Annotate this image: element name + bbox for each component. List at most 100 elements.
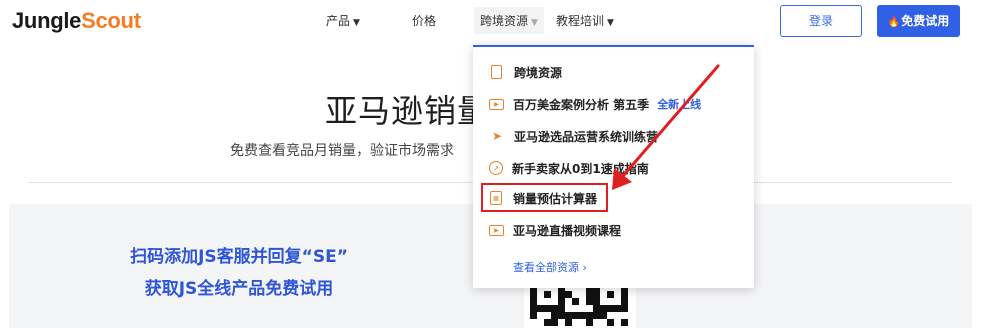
qr-module: [572, 298, 579, 305]
qr-module: [614, 319, 621, 326]
qr-module: [544, 312, 551, 319]
qr-module: [565, 291, 572, 298]
qr-module: [586, 298, 593, 305]
qr-module: [607, 291, 614, 298]
dropdown-item-label: 百万美金案例分析 第五季: [513, 97, 650, 112]
nav-price-label: 价格: [412, 14, 437, 28]
qr-module: [600, 312, 607, 319]
dropdown-item-live-course[interactable]: ▶ 亚马逊直播视频课程: [489, 219, 621, 241]
qr-module: [614, 298, 621, 305]
qr-module: [565, 298, 572, 305]
logo-part2: Scout: [81, 8, 141, 33]
nav-resources[interactable]: 跨境资源 ▼: [474, 7, 544, 34]
dropdown-item-case-study[interactable]: ▶ 百万美金案例分析 第五季 全新上线: [489, 93, 701, 115]
qr-module: [579, 298, 586, 305]
qr-module: [621, 319, 628, 326]
qr-module: [586, 291, 593, 298]
qr-module: [530, 319, 537, 326]
qr-module: [621, 305, 628, 312]
qr-module: [544, 305, 551, 312]
promo-line2: 获取JS全线产品免费试用: [144, 279, 334, 299]
qr-module: [621, 312, 628, 319]
document-icon: [491, 65, 502, 79]
resources-dropdown: 跨境资源 ▶ 百万美金案例分析 第五季 全新上线 ➤ 亚马逊选品运营系统训练营 …: [473, 45, 754, 288]
dropdown-item-beginner-guide[interactable]: ↗ 新手卖家从0到1速成指南: [489, 157, 649, 179]
nav-products[interactable]: 产品 ▼: [326, 12, 360, 29]
qr-module: [537, 298, 544, 305]
qr-module: [607, 305, 614, 312]
qr-module: [572, 305, 579, 312]
qr-module: [614, 291, 621, 298]
play-icon: ▶: [489, 224, 504, 236]
qr-module: [551, 319, 558, 326]
flame-icon: 🔥: [887, 17, 901, 28]
qr-module: [607, 312, 614, 319]
qr-module: [558, 305, 565, 312]
qr-module: [551, 298, 558, 305]
chevron-down-icon: ▼: [607, 18, 614, 28]
qr-module: [579, 305, 586, 312]
qr-module: [558, 291, 565, 298]
top-navbar: JungleScout 产品 ▼ 价格 跨境资源 ▼ 教程培训 ▼ 登录 🔥免费试用: [0, 0, 1000, 46]
qr-module: [558, 319, 565, 326]
qr-module: [551, 312, 558, 319]
dropdown-item-resources[interactable]: 跨境资源: [489, 61, 562, 83]
logo-part1: Jungle: [12, 8, 82, 33]
qr-module: [600, 291, 607, 298]
chevron-down-icon: ▼: [353, 18, 360, 28]
page-subtitle: 免费查看竞品月销量，验证市场需求: [230, 143, 454, 159]
nav-training-label: 教程培训: [556, 14, 605, 28]
nav-products-label: 产品: [326, 14, 351, 28]
dropdown-item-label: 跨境资源: [514, 65, 563, 80]
qr-module: [614, 305, 621, 312]
qr-module: [530, 298, 537, 305]
qr-module: [558, 312, 565, 319]
qr-module: [607, 298, 614, 305]
qr-module: [593, 319, 600, 326]
free-trial-label: 免费试用: [901, 14, 950, 28]
dropdown-item-bootcamp[interactable]: ➤ 亚马逊选品运营系统训练营: [489, 125, 658, 147]
qr-module: [544, 319, 551, 326]
qr-module: [537, 319, 544, 326]
free-trial-button[interactable]: 🔥免费试用: [877, 5, 960, 37]
qr-module: [586, 319, 593, 326]
promo-line1: 扫码添加JS客服并回复“SE”: [130, 247, 348, 267]
qr-module: [565, 312, 572, 319]
qr-module: [593, 312, 600, 319]
rocket-icon: ➤: [491, 129, 503, 143]
qr-module: [593, 305, 600, 312]
logo[interactable]: JungleScout: [12, 8, 141, 34]
nav-price[interactable]: 价格: [412, 12, 436, 29]
new-badge: 全新上线: [657, 98, 702, 111]
qr-module: [530, 312, 537, 319]
qr-module: [600, 319, 607, 326]
qr-module: [572, 291, 579, 298]
qr-module: [530, 291, 537, 298]
login-button[interactable]: 登录: [780, 5, 862, 37]
view-all-resources-link[interactable]: 查看全部资源 ›: [513, 259, 587, 275]
nav-training[interactable]: 教程培训 ▼: [556, 12, 614, 29]
qr-module: [614, 312, 621, 319]
page: JungleScout 产品 ▼ 价格 跨境资源 ▼ 教程培训 ▼ 登录 🔥免费试用 …: [0, 0, 1000, 328]
calculator-icon: ▦: [490, 191, 502, 205]
qr-module: [621, 291, 628, 298]
qr-module: [565, 305, 572, 312]
qr-module: [572, 312, 579, 319]
qr-module: [586, 312, 593, 319]
dropdown-item-label: 新手卖家从0到1速成指南: [512, 161, 649, 176]
qr-module: [600, 298, 607, 305]
qr-module: [607, 319, 614, 326]
dropdown-item-sales-calculator[interactable]: ▦ 销量预估计算器: [489, 187, 597, 209]
dropdown-item-label: 亚马逊选品运营系统训练营: [514, 129, 659, 144]
qr-module: [572, 319, 579, 326]
page-title: 亚马逊销量: [325, 92, 491, 130]
qr-module: [544, 298, 551, 305]
qr-module: [530, 305, 537, 312]
chevron-right-icon: ›: [582, 261, 587, 274]
qr-module: [544, 291, 551, 298]
qr-module: [621, 298, 628, 305]
dropdown-item-label: 销量预估计算器: [513, 191, 598, 206]
qr-module: [600, 305, 607, 312]
compass-icon: ↗: [489, 161, 503, 175]
qr-module: [579, 312, 586, 319]
